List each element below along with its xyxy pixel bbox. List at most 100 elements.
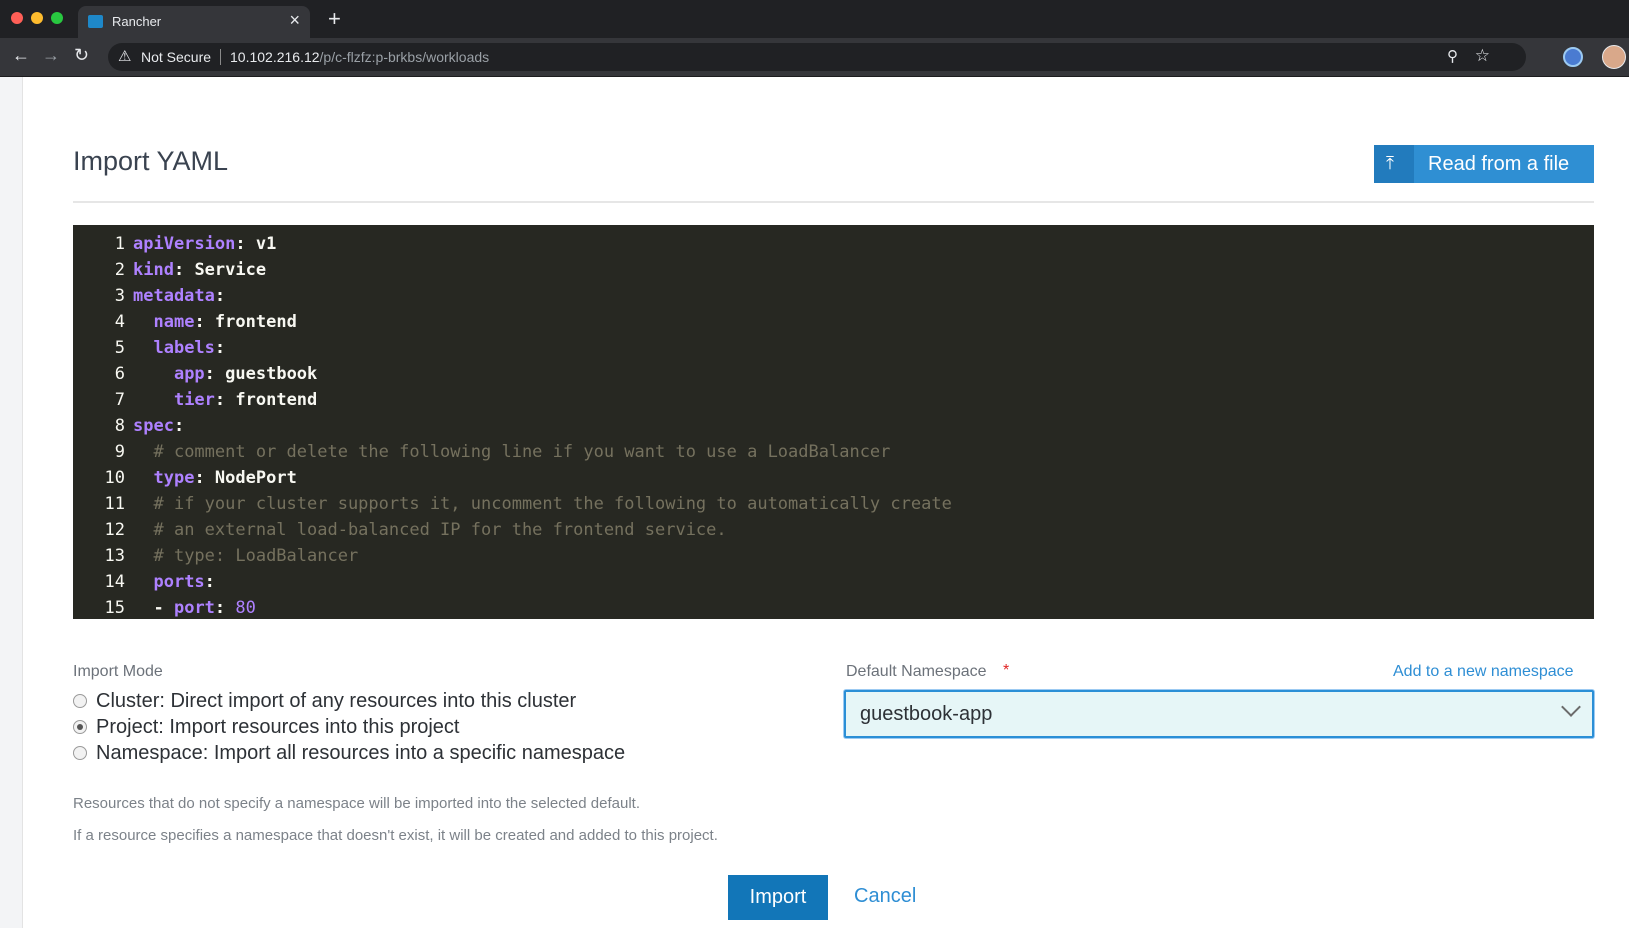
line-number: 12 xyxy=(104,520,125,540)
code-text: spec: xyxy=(133,416,185,436)
import-button[interactable]: Import xyxy=(728,875,828,920)
header-divider xyxy=(73,201,1594,203)
code-line: 9 # comment or delete the following line… xyxy=(73,442,891,468)
radio-label: Namespace: Import all resources into a s… xyxy=(96,742,626,764)
code-number: 80 xyxy=(225,598,256,618)
url-path: /p/c-flzfz:p-brkbs/workloads xyxy=(319,49,490,65)
namespace-select[interactable]: guestbook-app xyxy=(844,690,1594,738)
code-key: type xyxy=(153,468,195,488)
import-mode-label: Import Mode xyxy=(73,663,163,680)
code-line: 12 # an external load-balanced IP for th… xyxy=(73,520,727,546)
code-text: - port: 80 xyxy=(153,598,256,618)
code-line: 5 labels: xyxy=(73,338,225,364)
code-line: 14 ports: xyxy=(73,572,215,598)
code-key: spec xyxy=(133,416,174,436)
code-text: ports: xyxy=(153,572,215,592)
code-comment: # comment or delete the following line i… xyxy=(153,442,891,462)
code-text: labels: xyxy=(153,338,226,358)
code-line: 4 name: frontend xyxy=(73,312,297,338)
code-comment: # an external load-balanced IP for the f… xyxy=(153,520,727,540)
line-number: 10 xyxy=(104,468,125,488)
url-host: 10.102.216.12 xyxy=(230,49,320,65)
page-title: Import YAML xyxy=(73,146,229,176)
code-value: frontend xyxy=(204,312,297,332)
zoom-icon[interactable]: ⚲ xyxy=(1447,47,1458,65)
radio-label: Cluster: Direct import of any resources … xyxy=(96,690,577,712)
code-key: name xyxy=(153,312,195,332)
code-key: apiVersion xyxy=(133,234,236,254)
forward-arrow-icon[interactable]: → xyxy=(42,45,60,66)
radio-label: Project: Import resources into this proj… xyxy=(96,716,460,738)
code-key: labels xyxy=(153,338,215,358)
code-key: tier xyxy=(173,390,215,410)
code-key: app xyxy=(173,364,205,384)
url-text[interactable]: 10.102.216.12/p/c-flzfz:p-brkbs/workload… xyxy=(230,49,489,65)
reload-icon[interactable]: ↻ xyxy=(74,45,89,66)
code-text: tier: frontend xyxy=(173,390,318,410)
code-line: 1 apiVersion: v1 xyxy=(73,234,277,260)
code-value: Service xyxy=(184,260,267,280)
line-number: 6 xyxy=(114,364,125,384)
code-value: frontend xyxy=(225,390,318,410)
upload-icon-box: ⤒ xyxy=(1374,145,1414,183)
code-line: 11 # if your cluster supports it, uncomm… xyxy=(73,494,952,520)
profile-avatar[interactable] xyxy=(1602,45,1626,69)
line-number: 9 xyxy=(114,442,125,462)
tab-title: Rancher xyxy=(112,14,162,29)
code-text: # type: LoadBalancer xyxy=(133,546,358,566)
line-number: 4 xyxy=(114,312,125,332)
code-text: # comment or delete the following line i… xyxy=(133,442,890,462)
browser-tab-bar: Rancher × + xyxy=(0,0,1629,38)
code-text: kind: Service xyxy=(133,260,267,280)
code-line: 7 tier: frontend xyxy=(73,390,318,416)
code-line: 8 spec: xyxy=(73,416,184,442)
code-text: type: NodePort xyxy=(153,468,297,488)
line-number: 14 xyxy=(104,572,125,592)
code-value: guestbook xyxy=(214,364,318,384)
chevron-down-icon xyxy=(1561,697,1581,717)
line-number: 3 xyxy=(114,286,125,306)
new-tab-icon[interactable]: + xyxy=(328,6,341,32)
line-number: 11 xyxy=(104,494,125,514)
divider xyxy=(220,49,221,65)
bookmark-star-icon[interactable]: ☆ xyxy=(1475,46,1490,66)
extension-icon[interactable] xyxy=(1563,47,1583,67)
line-number: 5 xyxy=(114,338,125,358)
read-from-file-label: Read from a file xyxy=(1428,153,1570,175)
code-text: metadata: xyxy=(133,286,226,306)
radio-button[interactable] xyxy=(73,746,87,760)
window-close-dot[interactable] xyxy=(11,12,23,24)
close-icon[interactable]: × xyxy=(289,10,300,31)
window-minimize-dot[interactable] xyxy=(31,12,43,24)
window-zoom-dot[interactable] xyxy=(51,12,63,24)
code-key: ports xyxy=(153,572,205,592)
radio-button[interactable] xyxy=(73,694,87,708)
code-text: app: guestbook xyxy=(173,364,318,384)
yaml-editor[interactable]: 1 apiVersion: v1 2 kind: Service 3 metadata: 4… xyxy=(73,225,1594,619)
cancel-link[interactable]: Cancel xyxy=(854,885,916,908)
code-key: port xyxy=(173,598,215,618)
code-line: 3 metadata: xyxy=(73,286,225,312)
code-value: v1 xyxy=(245,234,277,254)
code-value: NodePort xyxy=(204,468,297,488)
browser-tab[interactable]: Rancher × xyxy=(78,6,310,38)
back-arrow-icon[interactable]: ← xyxy=(12,45,30,66)
rancher-favicon-icon xyxy=(88,15,103,28)
add-new-namespace-link[interactable]: Add to a new namespace xyxy=(1393,663,1574,681)
code-text: apiVersion: v1 xyxy=(133,234,277,254)
line-number: 13 xyxy=(104,546,125,566)
code-line: 15 - port: 80 xyxy=(73,598,256,619)
namespace-selected-value: guestbook-app xyxy=(860,703,993,725)
address-bar[interactable]: ⚠ Not Secure 10.102.216.12/p/c-flzfz:p-b… xyxy=(108,43,1526,71)
line-number: 15 xyxy=(104,598,125,618)
security-label: Not Secure xyxy=(141,49,212,65)
line-number: 7 xyxy=(114,390,125,410)
code-text: # if your cluster supports it, uncomment… xyxy=(133,494,952,514)
default-namespace-label: Default Namespace xyxy=(846,663,987,680)
read-from-file-button[interactable]: ⤒ Read from a file xyxy=(1374,145,1594,183)
warning-icon: ⚠ xyxy=(118,48,132,65)
radio-button[interactable] xyxy=(73,720,87,734)
code-line: 10 type: NodePort xyxy=(73,468,297,494)
code-line: 2 kind: Service xyxy=(73,260,266,286)
code-comment: # if your cluster supports it, uncomment… xyxy=(153,494,952,514)
